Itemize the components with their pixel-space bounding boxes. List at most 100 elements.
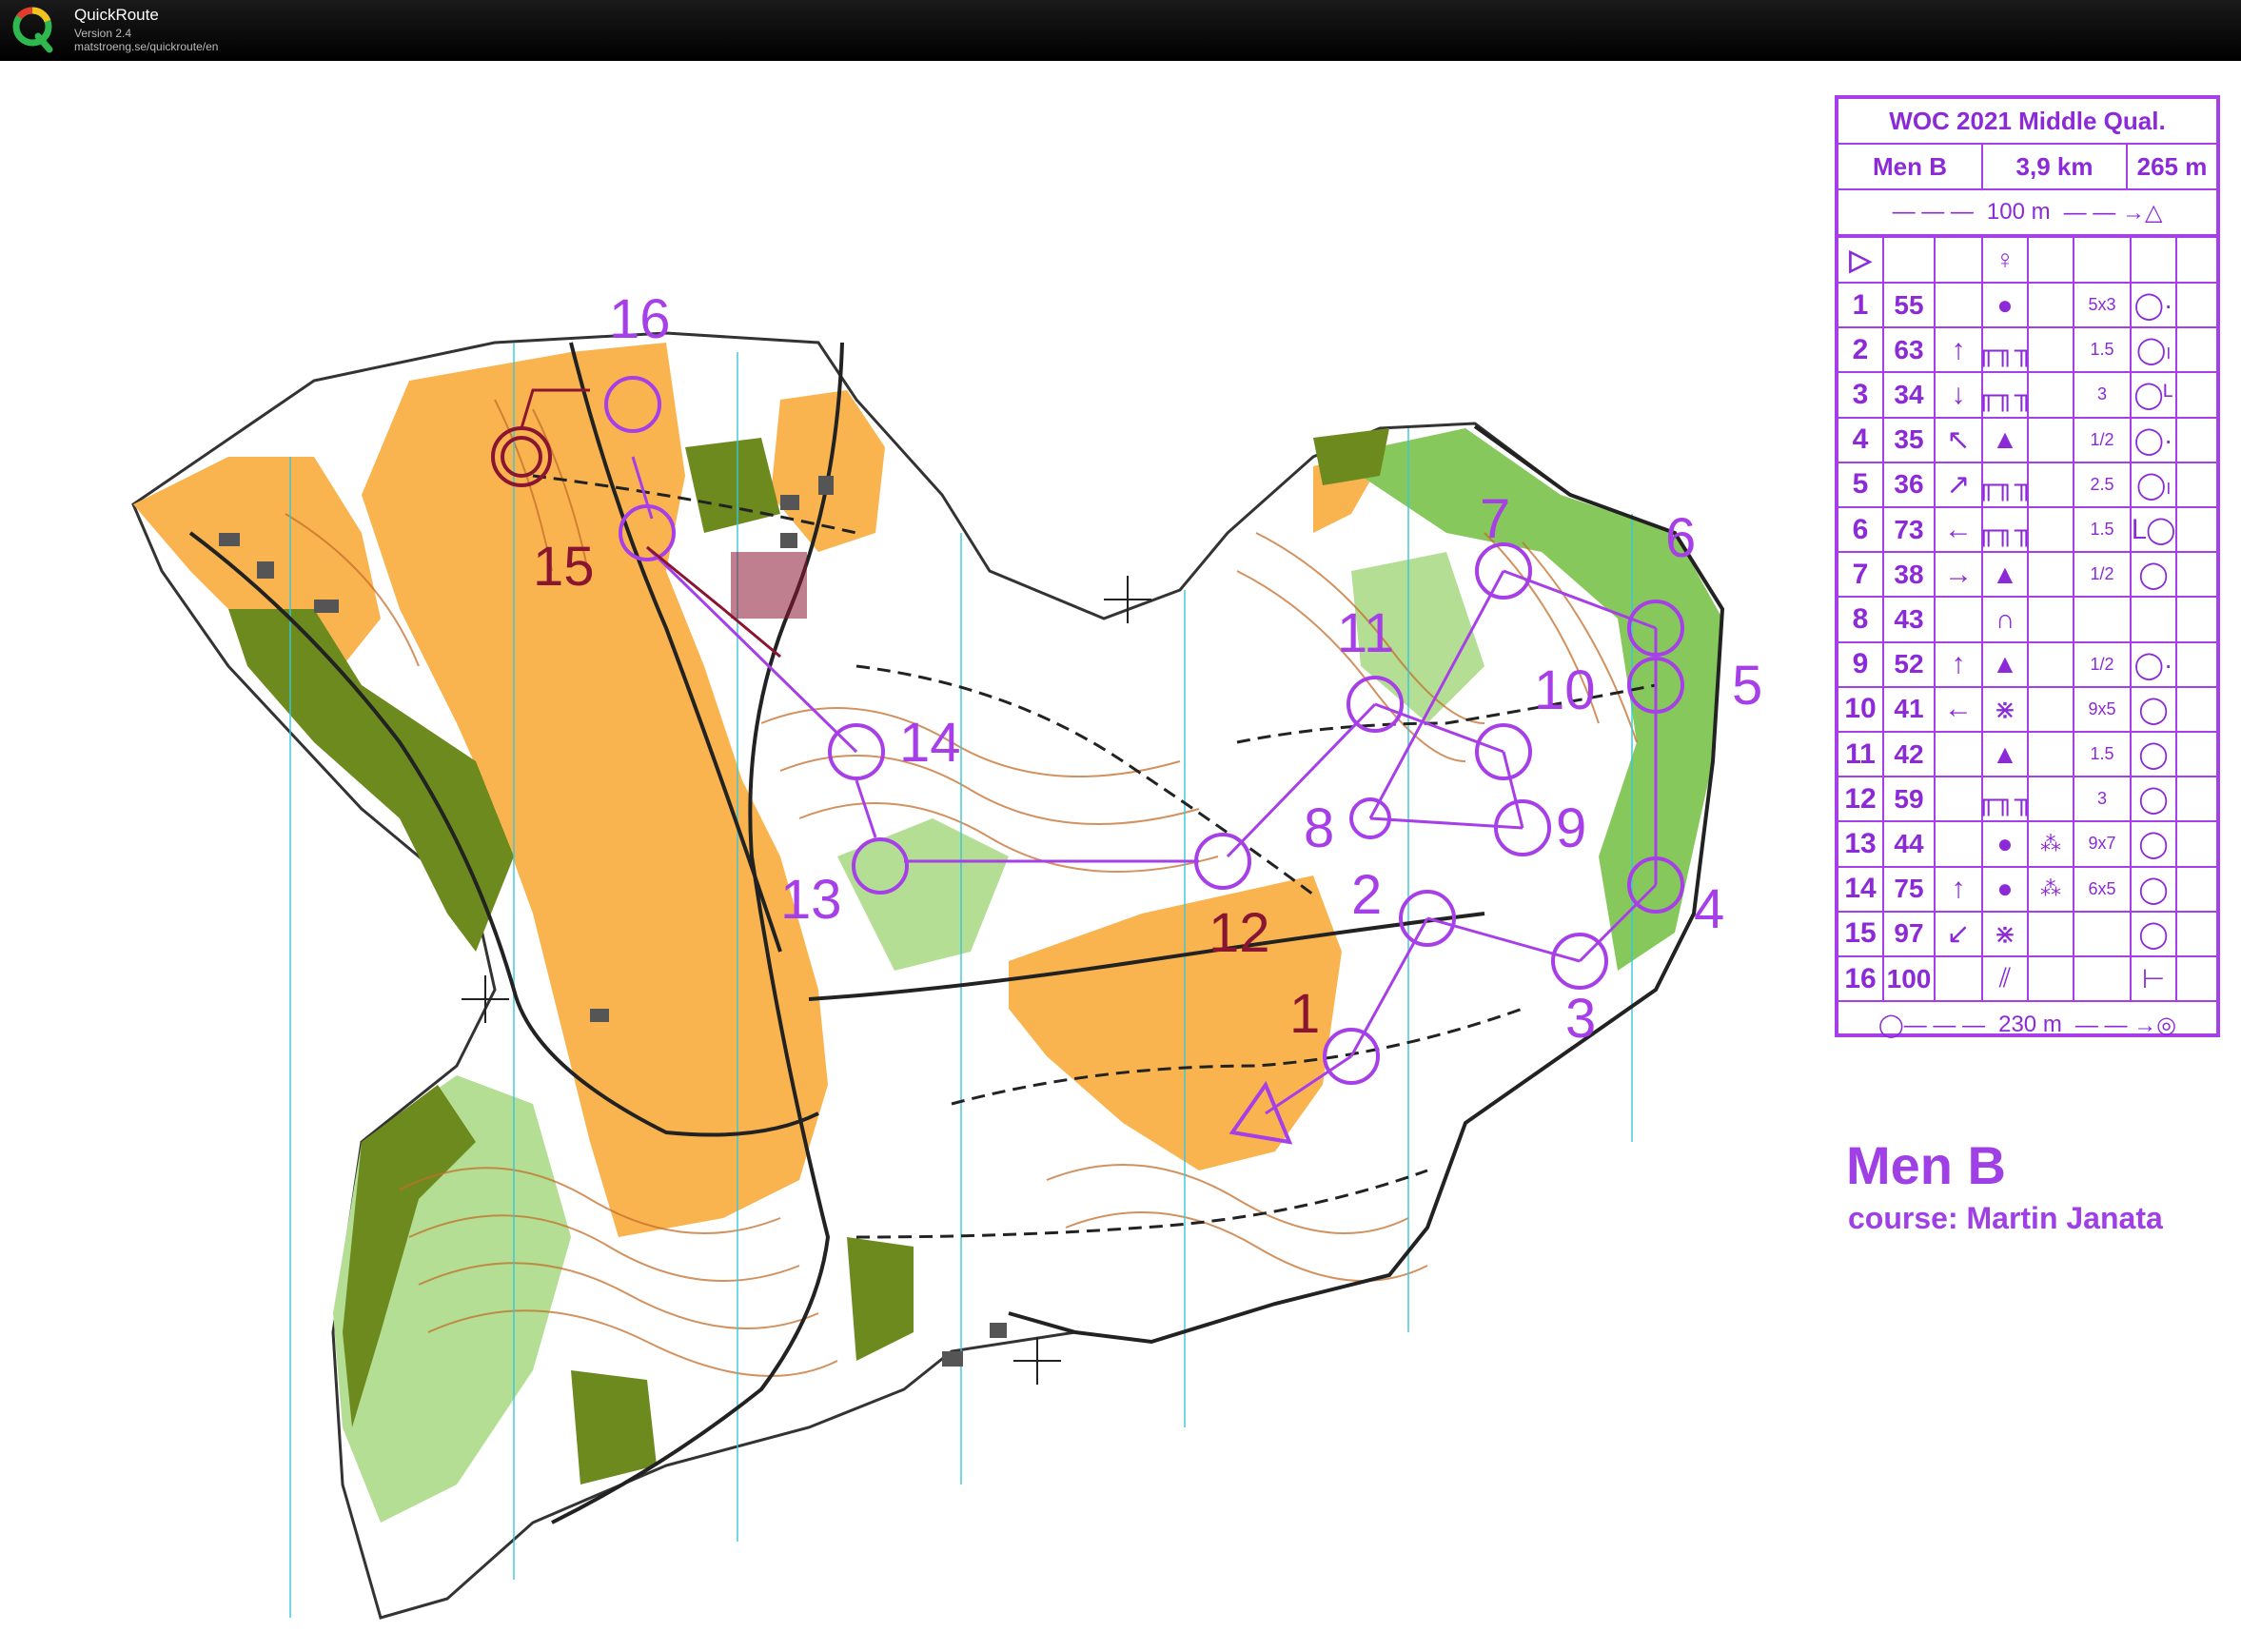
desc-dimension: 5x3 (2074, 284, 2132, 327)
app-title: QuickRoute (74, 6, 159, 24)
desc-direction-icon: ↑ (1936, 642, 1983, 686)
desc-location-icon: ◯ (2132, 777, 2177, 821)
desc-control-row: 1 55 ● 5x3 ◯· (1838, 284, 2216, 329)
control-label-11: 11 (1337, 602, 1394, 664)
desc-control-code: 38 (1884, 553, 1936, 597)
desc-feature-icon: ● (1983, 822, 2029, 866)
desc-control-row: 16 100 ⫽ ⊢ (1838, 957, 2216, 1003)
desc-start-row: ▷ ♀ (1838, 238, 2216, 284)
desc-control-row: 10 41 ← ⋇ 9x5 ◯ (1838, 687, 2216, 733)
desc-control-code: 35 (1884, 418, 1936, 462)
desc-control-number: 15 (1838, 912, 1884, 955)
control-description-sheet: WOC 2021 Middle Qual. Men B 3,9 km 265 m… (1835, 95, 2220, 1038)
desc-dimension: 1/2 (2074, 642, 2132, 686)
desc-control-row: 12 59 ╓╖╖ 3 ◯ (1838, 777, 2216, 823)
desc-extra (2177, 822, 2216, 865)
desc-control-row: 4 35 ↖ ▲ 1/2 ◯· (1838, 418, 2216, 463)
desc-control-code: 44 (1884, 822, 1936, 866)
desc-control-code: 63 (1884, 328, 1936, 372)
control-label-2: 2 (1351, 864, 1382, 926)
desc-control-number: 4 (1838, 418, 1884, 462)
desc-extra (2177, 733, 2216, 776)
desc-event-title: WOC 2021 Middle Qual. (1889, 106, 2166, 135)
desc-control-row: 11 42 ▲ 1.5 ◯ (1838, 733, 2216, 778)
desc-feature-icon: ╓╖╖ (1976, 777, 2034, 821)
desc-extra (2177, 553, 2216, 596)
desc-control-code: 55 (1884, 284, 1936, 327)
desc-appearance-icon (2029, 642, 2074, 686)
desc-dimension: 3 (2074, 373, 2132, 417)
desc-extra (2177, 777, 2216, 820)
desc-location-icon: ◯· (2132, 284, 2177, 327)
app-titlebar: QuickRoute Version 2.4 matstroeng.se/qui… (0, 0, 2241, 61)
desc-dimension: 9x5 (2074, 687, 2132, 731)
control-label-12: 12 (1209, 902, 1270, 964)
desc-location-icon: ᒪ◯ (2132, 508, 2177, 552)
desc-dimension (2074, 912, 2132, 955)
desc-location-icon: ◯ (2132, 867, 2177, 911)
desc-finish-row: ◯— — — 230 m — — →◎ (1838, 1002, 2216, 1048)
desc-appearance-icon (2029, 912, 2074, 955)
desc-dimension: 1.5 (2074, 508, 2132, 552)
water-icon: ♀ (1983, 238, 2029, 282)
desc-feature-icon: ▲ (1983, 553, 2029, 597)
control-label-4: 4 (1694, 878, 1724, 940)
desc-feature-icon: ╓╖╖ (1976, 328, 2034, 372)
desc-appearance-icon (2029, 418, 2074, 462)
desc-control-code: 59 (1884, 777, 1936, 821)
desc-dimension (2074, 598, 2132, 641)
app-url[interactable]: matstroeng.se/quickroute/en (74, 40, 218, 53)
desc-feature-icon: ▲ (1983, 418, 2029, 462)
finish-target-icon: — — →◎ (2074, 1012, 2177, 1038)
desc-control-code: 73 (1884, 508, 1936, 552)
desc-location-icon: ◯ (2132, 553, 2177, 597)
desc-extra (2177, 463, 2216, 506)
desc-direction-icon (1936, 822, 1983, 866)
desc-appearance-icon: ⁂ (2029, 822, 2074, 866)
desc-control-row: 8 43 ∩ (1838, 598, 2216, 643)
control-label-1: 1 (1289, 983, 1320, 1045)
desc-finish-distance: 230 m (1998, 1012, 2062, 1038)
desc-control-number: 16 (1838, 957, 1884, 1001)
desc-location-icon: ◯· (2132, 418, 2177, 462)
desc-control-row: 6 73 ← ╓╖╖ 1.5 ᒪ◯ (1838, 508, 2216, 554)
control-label-6: 6 (1665, 507, 1696, 569)
desc-control-number: 1 (1838, 284, 1884, 327)
desc-control-number: 12 (1838, 777, 1884, 821)
dash-to-triangle-icon: — — →△ (2063, 199, 2163, 226)
desc-control-number: 5 (1838, 462, 1884, 506)
desc-control-number: 8 (1838, 598, 1884, 641)
desc-control-code: 43 (1884, 598, 1936, 641)
control-label-16: 16 (609, 288, 671, 350)
desc-climb: 265 m (2136, 151, 2208, 181)
desc-feature-icon: ⫽ (1983, 957, 2029, 1001)
desc-dimension: 9x7 (2074, 822, 2132, 866)
desc-dimension: 3 (2074, 777, 2132, 821)
desc-appearance-icon (2029, 328, 2074, 372)
desc-direction-icon: ← (1936, 687, 1983, 731)
desc-location-icon: ◯ (2132, 687, 2177, 731)
desc-control-number: 9 (1838, 642, 1884, 686)
desc-appearance-icon (2029, 373, 2074, 417)
quickroute-logo-icon (12, 7, 53, 53)
desc-direction-icon: → (1936, 553, 1983, 597)
desc-location-icon: ◯ₗ (2132, 462, 2177, 506)
course-title: Men B (1846, 1135, 2006, 1195)
desc-extra (2177, 688, 2216, 731)
orienteering-map[interactable]: 1 2 3 4 5 6 7 8 9 10 11 12 13 14 15 16 W… (0, 61, 2241, 1652)
control-label-10: 10 (1534, 659, 1596, 721)
olive-forest-4 (571, 1370, 657, 1485)
desc-control-code: 41 (1884, 687, 1936, 731)
desc-control-number: 14 (1838, 867, 1884, 911)
desc-feature-icon: ● (1983, 284, 2029, 327)
desc-extra (2177, 373, 2216, 416)
desc-direction-icon (1936, 957, 1983, 1001)
desc-dimension: 6x5 (2074, 867, 2132, 911)
desc-dimension: 1.5 (2074, 733, 2132, 777)
desc-control-code: 34 (1884, 373, 1936, 417)
desc-extra (2177, 419, 2216, 462)
desc-direction-icon: ↑ (1936, 867, 1983, 911)
desc-control-row: 2 63 ↑ ╓╖╖ 1.5 ◯ₗ (1838, 328, 2216, 374)
desc-direction-icon: ↖ (1936, 418, 1983, 462)
desc-direction-icon: ↙ (1936, 912, 1983, 955)
